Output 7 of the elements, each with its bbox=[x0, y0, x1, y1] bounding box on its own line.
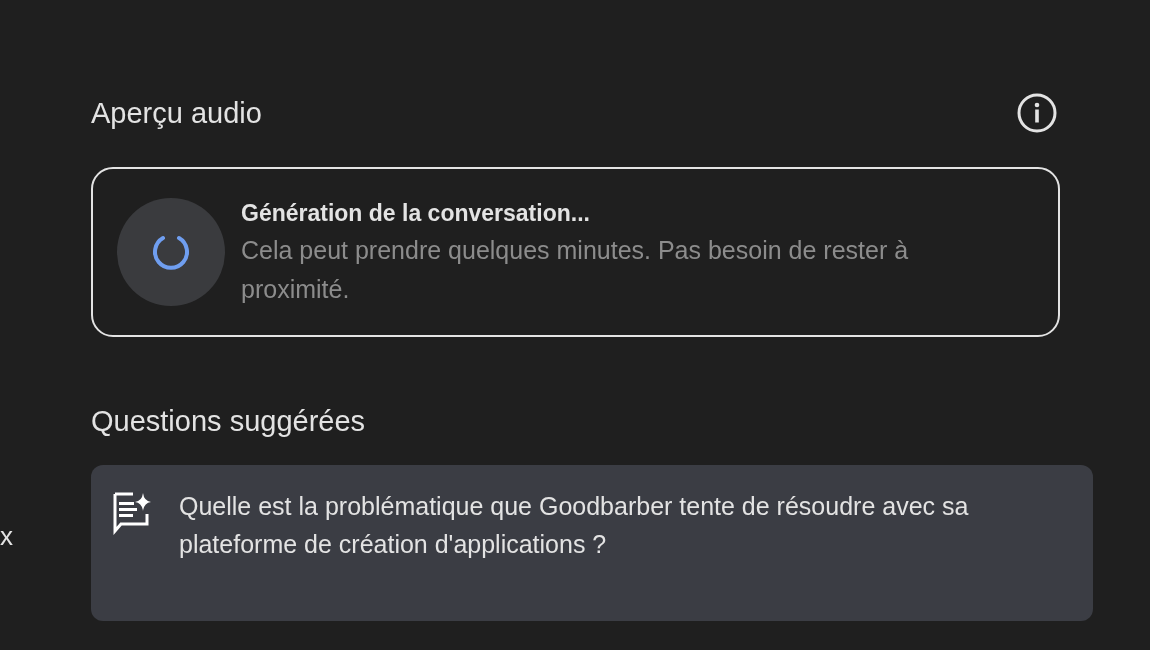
suggested-question[interactable]: Quelle est la problématique que Goodbarber tente de résoudre avec sa plateforme de création d'applications ? bbox=[91, 465, 1093, 621]
status-subtitle: Cela peut prendre quelques minutes. Pas besoin de rester à proximité. bbox=[241, 235, 910, 305]
status-title: Génération de la conversation... bbox=[241, 200, 591, 227]
cut-off-text: x bbox=[0, 521, 14, 553]
section-title: Questions suggérées bbox=[91, 405, 367, 438]
section-title: Aperçu audio bbox=[91, 96, 262, 130]
info-icon[interactable] bbox=[1016, 92, 1058, 134]
